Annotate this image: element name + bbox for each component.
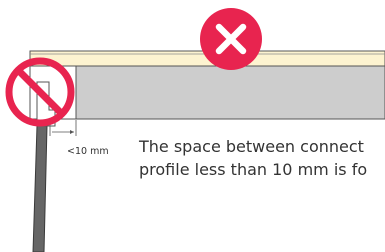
cable <box>32 125 48 252</box>
note-line-1: The space between connect <box>139 137 364 156</box>
note-line-2: profile less than 10 mm is fo <box>139 160 368 179</box>
x-mark-icon <box>200 8 262 70</box>
profile-body <box>29 65 385 120</box>
measure-arrow-head <box>70 130 74 134</box>
installation-illustration <box>5 8 385 252</box>
measurement-label: <10 mm <box>67 146 109 157</box>
